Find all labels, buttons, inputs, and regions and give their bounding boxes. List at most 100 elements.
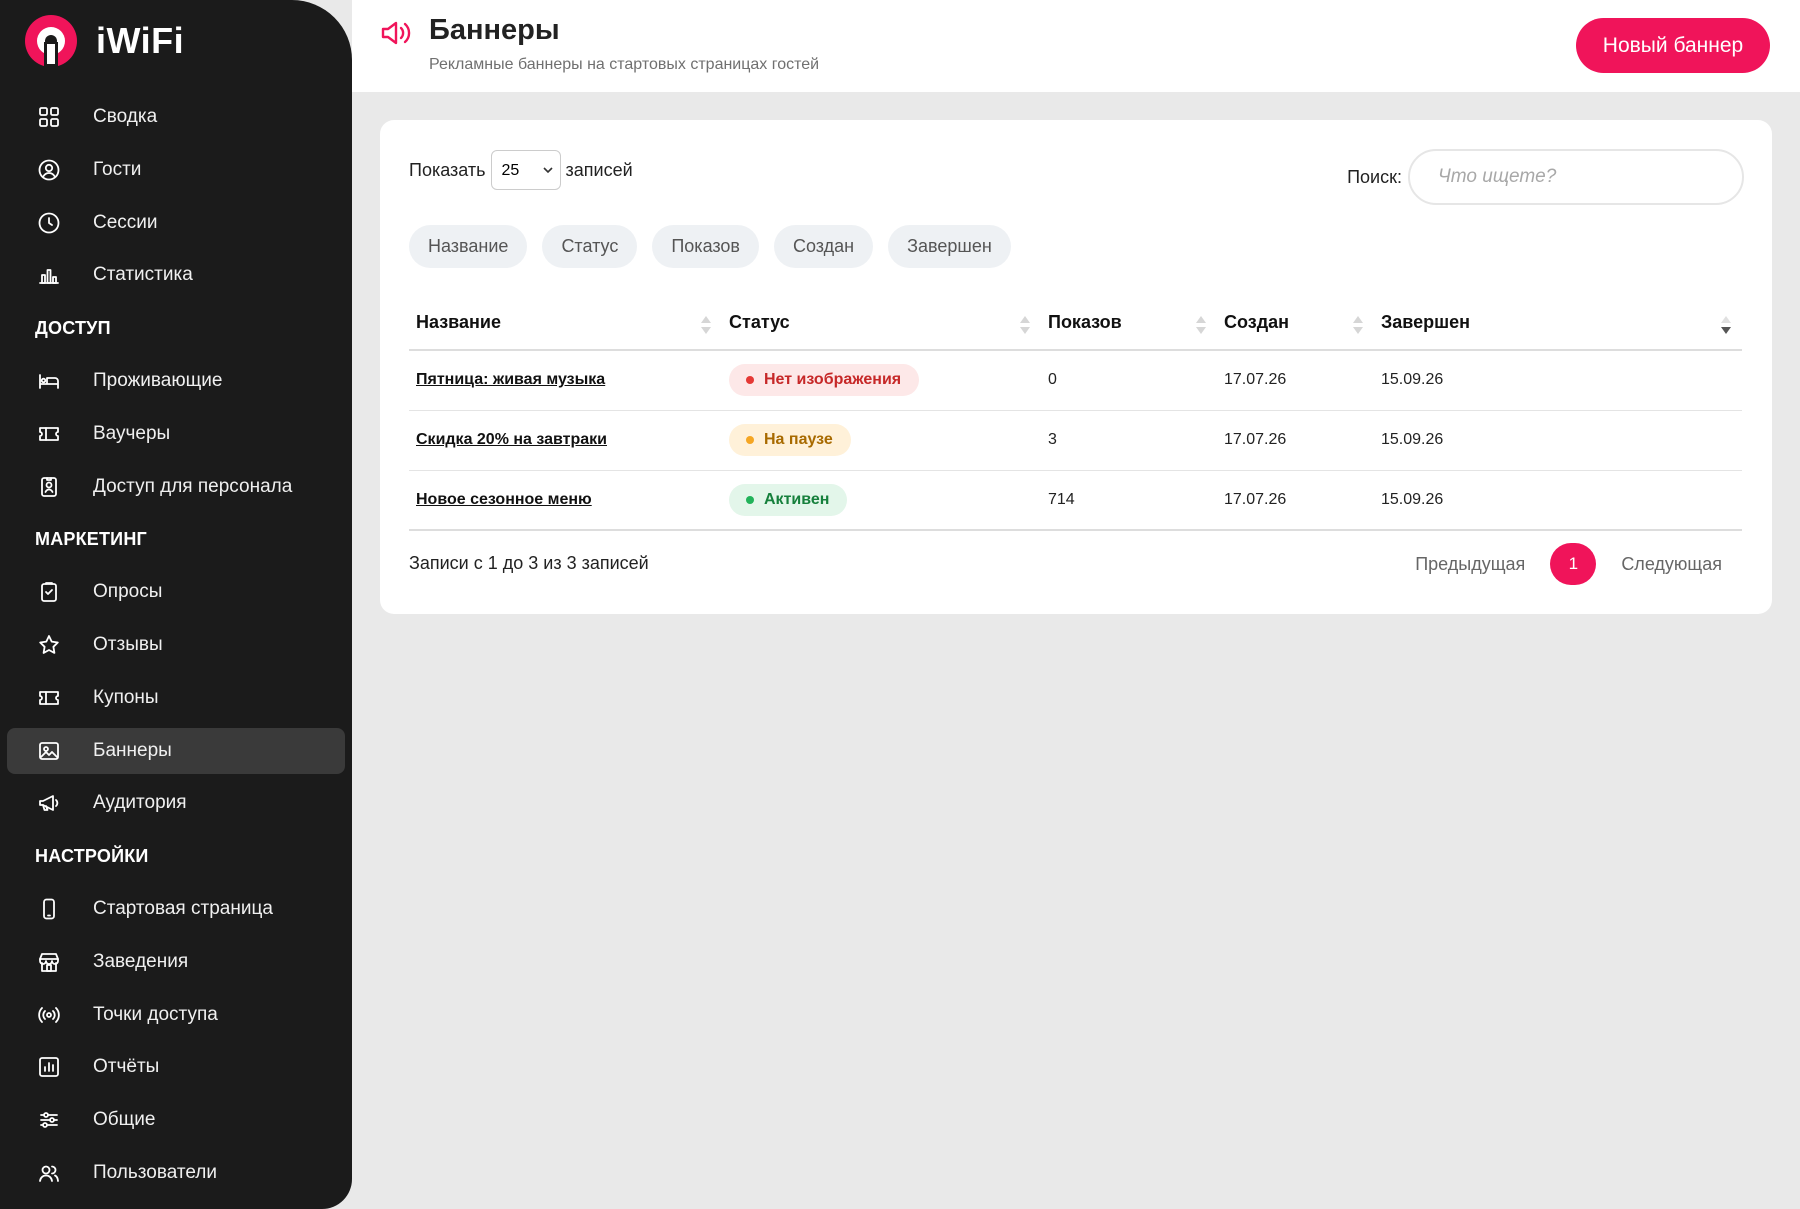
banner-name-link[interactable]: Скидка 20% на завтраки [416, 431, 607, 448]
sidebar-item[interactable]: Пользователи [7, 1150, 345, 1196]
app-logo[interactable]: iWiFi [24, 14, 184, 68]
bar-chart-icon [37, 263, 61, 287]
column-header[interactable]: Завершен [1374, 296, 1742, 351]
table-row[interactable]: Скидка 20% на завтраки На паузе 3 17.07.26 1… [409, 410, 1742, 471]
table-header-row: Название Статус Показов Создан Завершен [409, 296, 1742, 351]
page-header: Баннеры Рекламные баннеры на стартовых с… [352, 0, 1800, 92]
sidebar-item[interactable]: Аудитория [7, 780, 345, 826]
image-icon [37, 739, 61, 763]
status-cell: Активен [722, 470, 1041, 531]
sort-icon [1721, 316, 1731, 334]
table-row[interactable]: Новое сезонное меню Активен 714 17.07.26 15.… [409, 470, 1742, 531]
column-header[interactable]: Создан [1217, 296, 1374, 351]
sidebar-item-label: Доступ для персонала [93, 475, 293, 497]
search-label: Поиск: [1347, 166, 1402, 187]
sidebar-item-label: Статистика [93, 264, 193, 286]
sidebar-item-label: Гости [93, 158, 142, 180]
banners-card: Показать 25 записей Поиск: Название Стату… [380, 120, 1772, 614]
next-page-button[interactable]: Следующая [1621, 554, 1722, 575]
column-header[interactable]: Показов [1041, 296, 1217, 351]
column-toggle-chip[interactable]: Завершен [888, 225, 1011, 268]
new-banner-button[interactable]: Новый баннер [1576, 18, 1770, 73]
clock-icon [37, 211, 61, 235]
status-badge: На паузе [729, 424, 851, 456]
user-circle-icon [37, 158, 61, 182]
sidebar-item[interactable]: Доступ для персонала [7, 464, 345, 510]
status-cell: На паузе [722, 410, 1041, 471]
sidebar-item[interactable]: Сессии [7, 200, 345, 246]
ended-cell: 15.09.26 [1374, 410, 1742, 471]
pagination: Предыдущая 1 Следующая [1415, 543, 1722, 585]
sidebar-item[interactable]: Сводка [7, 94, 345, 140]
sidebar-item[interactable]: Отчёты [7, 1044, 345, 1090]
ticket-icon [37, 422, 61, 446]
sidebar-item[interactable]: Точки доступа [7, 992, 345, 1038]
column-toggle-chip[interactable]: Создан [774, 225, 874, 268]
sidebar-item[interactable]: Отзывы [7, 622, 345, 668]
sidebar-item-label: Отзывы [93, 633, 163, 655]
column-header[interactable]: Статус [722, 296, 1041, 351]
sidebar-item-label: Баннеры [93, 739, 172, 761]
sidebar-item[interactable]: Статистика [7, 252, 345, 298]
prev-page-button[interactable]: Предыдущая [1415, 554, 1525, 575]
sort-icon [701, 316, 711, 334]
column-header[interactable]: Название [409, 296, 722, 351]
column-header-label: Завершен [1381, 312, 1471, 332]
column-toggle-chip[interactable]: Показов [652, 225, 759, 268]
page-subtitle: Рекламные баннеры на стартовых страницах… [429, 56, 820, 73]
badge-icon [37, 475, 61, 499]
sidebar-item-label: Сводка [93, 106, 158, 127]
star-icon [37, 633, 61, 657]
sort-icon [1020, 316, 1030, 334]
speaker-icon [381, 21, 411, 45]
table-row[interactable]: Пятница: живая музыка Нет изображения 0 17.… [409, 350, 1742, 411]
search-input[interactable] [1408, 149, 1744, 205]
phone-icon [37, 897, 61, 921]
page-1-button[interactable]: 1 [1550, 543, 1597, 585]
column-toggle-chip[interactable]: Статус [542, 225, 638, 268]
created-cell: 17.07.26 [1217, 350, 1374, 411]
page-size-wrap: 25 [486, 150, 566, 190]
sidebar-item[interactable]: Ваучеры [7, 411, 345, 457]
sidebar-item[interactable]: Опросы [7, 569, 345, 615]
banner-name-link[interactable]: Новое сезонное меню [416, 491, 592, 508]
sidebar-item-label: Опросы [93, 581, 163, 603]
views-cell: 714 [1041, 470, 1217, 531]
sidebar-section-heading: МАРКЕТИНГ [35, 528, 147, 549]
status-badge: Активен [729, 483, 848, 516]
sidebar-item-label: Заведения [93, 950, 189, 972]
bed-icon [37, 369, 61, 393]
page-length-control: Показать 25 записей [409, 150, 633, 190]
sidebar-item[interactable]: Общие [7, 1097, 345, 1143]
sidebar-item-label: Купоны [93, 686, 159, 708]
page-title: Баннеры [429, 14, 560, 46]
entries-label: записей [565, 159, 633, 180]
sidebar-item-label: Общие [93, 1109, 156, 1131]
sidebar-item[interactable]: Заведения [7, 939, 345, 985]
column-toggle-chip[interactable]: Название [409, 225, 528, 268]
sidebar-item[interactable]: Баннеры [7, 727, 345, 774]
sidebar-item[interactable]: Стартовая страница [7, 886, 345, 932]
sidebar-item[interactable]: Купоны [7, 675, 345, 721]
broadcast-icon [37, 1003, 61, 1027]
sidebar-section-heading: НАСТРОЙКИ [35, 845, 149, 866]
banners-table: Название Статус Показов Создан Завершен Пятн… [409, 296, 1742, 531]
ended-cell: 15.09.26 [1374, 350, 1742, 411]
sidebar-item-label: Стартовая страница [93, 897, 273, 919]
table-body: Пятница: живая музыка Нет изображения 0 17.… [409, 350, 1742, 531]
sidebar-item-label: Пользователи [93, 1161, 218, 1183]
sidebar-item-label: Отчёты [93, 1056, 160, 1078]
views-cell: 0 [1041, 350, 1217, 411]
megaphone-icon [37, 791, 61, 815]
name-cell: Пятница: живая музыка [409, 350, 722, 411]
status-dot-icon [746, 376, 754, 385]
sidebar-item[interactable]: Проживающие [7, 358, 345, 404]
created-cell: 17.07.26 [1217, 470, 1374, 531]
views-cell: 3 [1041, 410, 1217, 471]
ended-cell: 15.09.26 [1374, 470, 1742, 531]
banner-name-link[interactable]: Пятница: живая музыка [416, 371, 605, 388]
sidebar-item[interactable]: Гости [7, 147, 345, 193]
sidebar-item-label: Проживающие [93, 369, 223, 391]
page-size-select[interactable]: 25 [490, 150, 561, 190]
column-header-label: Статус [729, 312, 790, 332]
